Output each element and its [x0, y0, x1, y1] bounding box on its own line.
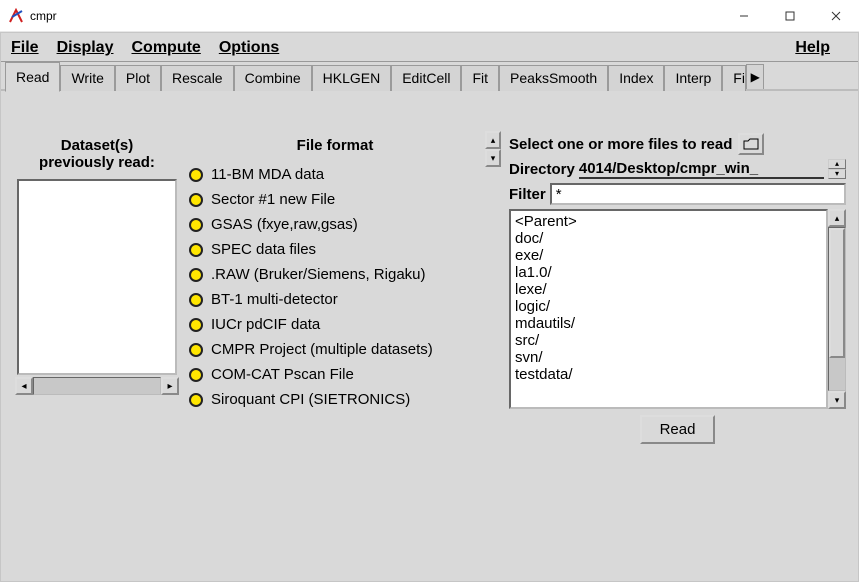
menu-file[interactable]: File	[11, 39, 39, 57]
file-listbox[interactable]: <Parent> doc/ exe/ la1.0/ lexe/ logic/ m…	[509, 209, 828, 409]
datasets-heading-1: Dataset(s)	[61, 137, 134, 154]
format-label: IUCr pdCIF data	[211, 316, 320, 333]
app-icon	[8, 8, 24, 24]
up-directory-button[interactable]	[738, 133, 764, 155]
radio-icon	[189, 193, 203, 207]
file-item[interactable]: <Parent>	[515, 213, 822, 230]
format-radio-5[interactable]: BT-1 multi-detector	[185, 287, 485, 312]
menu-help[interactable]: Help	[795, 39, 830, 57]
menubar: File Display Compute Options Help	[1, 33, 858, 61]
format-radio-2[interactable]: GSAS (fxye,raw,gsas)	[185, 212, 485, 237]
scroll-right-icon[interactable]: ▸	[161, 377, 179, 395]
format-radio-6[interactable]: IUCr pdCIF data	[185, 312, 485, 337]
tab-interp[interactable]: Interp	[664, 65, 722, 91]
minimize-button[interactable]	[721, 0, 767, 32]
directory-label: Directory	[509, 161, 575, 178]
panel-splitter[interactable]: ▴ ▾	[485, 131, 501, 175]
filebox-panel: Select one or more files to read Directo…	[505, 111, 850, 573]
menu-compute[interactable]: Compute	[131, 39, 200, 57]
format-radio-1[interactable]: Sector #1 new File	[185, 187, 485, 212]
tab-write[interactable]: Write	[60, 65, 114, 91]
tab-hklgen[interactable]: HKLGEN	[312, 65, 392, 91]
tab-fit2[interactable]: Fit	[722, 65, 746, 91]
format-label: BT-1 multi-detector	[211, 291, 338, 308]
filebox-heading: Select one or more files to read	[509, 136, 732, 153]
format-label: Sector #1 new File	[211, 191, 335, 208]
tab-peakssmooth[interactable]: PeaksSmooth	[499, 65, 608, 91]
directory-value[interactable]: 4014/Desktop/cmpr_win_	[579, 160, 824, 179]
file-item[interactable]: exe/	[515, 247, 822, 264]
datasets-panel: Dataset(s) previously read: ◂ ▸	[9, 111, 185, 573]
radio-icon	[189, 268, 203, 282]
format-radio-3[interactable]: SPEC data files	[185, 237, 485, 262]
tab-read[interactable]: Read	[5, 62, 60, 92]
format-label: SPEC data files	[211, 241, 316, 258]
hscroll-track[interactable]	[33, 377, 161, 395]
format-label: Siroquant CPI (SIETRONICS)	[211, 391, 410, 408]
file-item[interactable]: src/	[515, 332, 822, 349]
datasets-listbox[interactable]	[17, 179, 177, 375]
format-label: COM-CAT Pscan File	[211, 366, 354, 383]
scroll-down-icon[interactable]: ▾	[485, 149, 501, 167]
close-button[interactable]	[813, 0, 859, 32]
radio-icon	[189, 368, 203, 382]
format-radio-9[interactable]: Siroquant CPI (SIETRONICS)	[185, 387, 485, 412]
tab-fit[interactable]: Fit	[461, 65, 499, 91]
file-item[interactable]: svn/	[515, 349, 822, 366]
workarea: Dataset(s) previously read: ◂ ▸ File for…	[1, 91, 858, 581]
datasets-heading-2: previously read:	[39, 154, 155, 171]
format-label: CMPR Project (multiple datasets)	[211, 341, 433, 358]
directory-spinner[interactable]: ▴ ▾	[828, 159, 846, 179]
scroll-down-icon[interactable]: ▾	[828, 391, 846, 409]
radio-icon	[189, 343, 203, 357]
format-radio-7[interactable]: CMPR Project (multiple datasets)	[185, 337, 485, 362]
vscroll-track[interactable]	[828, 227, 846, 391]
maximize-button[interactable]	[767, 0, 813, 32]
window-title: cmpr	[30, 9, 57, 23]
tab-editcell[interactable]: EditCell	[391, 65, 461, 91]
chevron-up-icon[interactable]: ▴	[828, 159, 846, 169]
formats-heading: File format	[185, 137, 485, 154]
file-item[interactable]: logic/	[515, 298, 822, 315]
scroll-up-icon[interactable]: ▴	[485, 131, 501, 149]
window-titlebar: cmpr	[0, 0, 859, 32]
radio-icon	[189, 393, 203, 407]
datasets-hscrollbar[interactable]: ◂ ▸	[15, 377, 179, 395]
menu-options[interactable]: Options	[219, 39, 279, 57]
scroll-up-icon[interactable]: ▴	[828, 209, 846, 227]
radio-icon	[189, 243, 203, 257]
file-item[interactable]: la1.0/	[515, 264, 822, 281]
radio-icon	[189, 218, 203, 232]
vscroll-thumb[interactable]	[829, 228, 845, 358]
format-radio-8[interactable]: COM-CAT Pscan File	[185, 362, 485, 387]
tab-scroll-right[interactable]: ▶	[746, 64, 764, 90]
format-label: .RAW (Bruker/Siemens, Rigaku)	[211, 266, 426, 283]
tabbar: Read Write Plot Rescale Combine HKLGEN E…	[1, 61, 858, 91]
filelist-vscrollbar[interactable]: ▴ ▾	[828, 209, 846, 409]
radio-icon	[189, 293, 203, 307]
file-item[interactable]: mdautils/	[515, 315, 822, 332]
filter-label: Filter	[509, 186, 546, 203]
format-radio-0[interactable]: 11-BM MDA data	[185, 162, 485, 187]
read-button[interactable]: Read	[640, 415, 716, 444]
tab-index[interactable]: Index	[608, 65, 664, 91]
radio-icon	[189, 168, 203, 182]
filter-input[interactable]	[550, 183, 846, 205]
formats-panel: File format 11-BM MDA data Sector #1 new…	[185, 111, 485, 573]
tab-rescale[interactable]: Rescale	[161, 65, 234, 91]
tab-plot[interactable]: Plot	[115, 65, 161, 91]
scroll-left-icon[interactable]: ◂	[15, 377, 33, 395]
file-item[interactable]: doc/	[515, 230, 822, 247]
chevron-down-icon[interactable]: ▾	[828, 169, 846, 179]
format-radio-4[interactable]: .RAW (Bruker/Siemens, Rigaku)	[185, 262, 485, 287]
format-label: GSAS (fxye,raw,gsas)	[211, 216, 358, 233]
format-label: 11-BM MDA data	[211, 166, 324, 183]
menu-display[interactable]: Display	[57, 39, 114, 57]
folder-up-icon	[743, 138, 759, 150]
file-item[interactable]: testdata/	[515, 366, 822, 383]
file-item[interactable]: lexe/	[515, 281, 822, 298]
tab-combine[interactable]: Combine	[234, 65, 312, 91]
radio-icon	[189, 318, 203, 332]
